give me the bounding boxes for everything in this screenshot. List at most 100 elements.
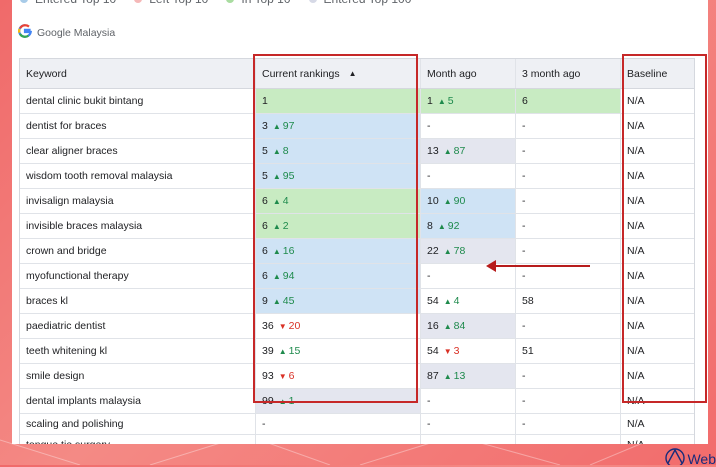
rank-change-down: ▼ 6 <box>279 370 295 382</box>
rank-change-up: ▲ 13 <box>444 370 466 382</box>
keyword-cell: clear aligner braces <box>20 139 256 163</box>
column-header-keyword[interactable]: Keyword <box>20 59 256 88</box>
rank-change-value: 5 <box>447 95 454 107</box>
column-header-current-rankings[interactable]: Current rankings ▲ <box>256 59 421 88</box>
three-month-ago-cell: - <box>516 214 621 238</box>
sort-ascending-icon[interactable]: ▲ <box>349 69 357 78</box>
table-row[interactable]: myofunctional therapy 6 ▲ 94 - - N/A <box>20 264 694 289</box>
baseline-cell: N/A <box>621 89 694 113</box>
google-g-icon <box>18 24 33 42</box>
legend-dot-icon <box>134 0 143 3</box>
table-row[interactable]: scaling and polishing - - - N/A <box>20 414 694 435</box>
three-month-ago-cell: - <box>516 364 621 388</box>
keyword-cell: dentist for braces <box>20 114 256 138</box>
baseline-cell: N/A <box>621 364 694 388</box>
rank-value: 6 <box>262 220 268 232</box>
table-row[interactable]: braces kl 9 ▲ 45 54 ▲ 4 58 N/A <box>20 289 694 314</box>
table-row[interactable]: smile design 93 ▼ 6 87 ▲ 13 - N/A <box>20 364 694 389</box>
baseline-value: N/A <box>627 295 645 307</box>
rank-value: 5 <box>262 170 268 182</box>
rank-value: 1 <box>427 95 433 107</box>
legend-dot-icon <box>20 0 28 3</box>
rank-change-value: 4 <box>282 195 289 207</box>
table-row[interactable]: invisible braces malaysia 6 ▲ 2 8 ▲ 92- N/A <box>20 214 694 239</box>
table-row[interactable]: clear aligner braces 5 ▲ 8 13 ▲ 87- N/A <box>20 139 694 164</box>
rank-change-down: ▼ 20 <box>279 320 301 332</box>
three-month-ago-cell: - <box>516 435 621 444</box>
rank-value: - <box>262 418 266 430</box>
legend-dot-icon <box>308 0 317 3</box>
arrow-down-icon: ▼ <box>278 321 287 331</box>
table-row[interactable]: dental clinic bukit bintang 1 1 ▲ 5 6 N/A <box>20 89 694 114</box>
column-header-baseline[interactable]: Baseline <box>621 59 694 88</box>
column-header-month-ago[interactable]: Month ago <box>421 59 516 88</box>
rank-change-up: ▲ 87 <box>444 145 466 157</box>
three-month-ago-cell: - <box>516 414 621 434</box>
table-row[interactable]: crown and bridge 6 ▲ 16 22 ▲ 78- N/A <box>20 239 694 264</box>
rankings-card: Entered Top 10 Left Top 10 In Top 10 Entere… <box>12 0 708 444</box>
rank-change-up: ▲ 95 <box>273 170 295 182</box>
rank-value: - <box>522 145 526 157</box>
arrow-up-icon: ▲ <box>272 296 281 306</box>
table-row[interactable]: dental implants malaysia 99 ▲ 1 - - N/A <box>20 389 694 414</box>
baseline-value: N/A <box>627 395 645 407</box>
rank-change-value: 87 <box>453 145 466 157</box>
rank-change-up: ▲ 4 <box>273 195 289 207</box>
table-row[interactable]: wisdom tooth removal malaysia 5 ▲ 95 - - N/A <box>20 164 694 189</box>
baseline-cell: N/A <box>621 339 694 363</box>
legend-label: Entered Top 100 <box>324 0 412 6</box>
rank-value: 8 <box>427 220 433 232</box>
baseline-cell: N/A <box>621 435 694 444</box>
legend: Entered Top 10 Left Top 10 In Top 10 Entere… <box>20 0 411 6</box>
month-ago-cell: - <box>421 164 516 188</box>
rank-value: - <box>522 220 526 232</box>
arrow-up-icon: ▲ <box>437 221 446 231</box>
baseline-value: N/A <box>627 95 645 107</box>
keyword-text: paediatric dentist <box>26 320 106 332</box>
rank-value: - <box>262 439 266 444</box>
source-label: Google Malaysia <box>18 24 115 42</box>
current-ranking-cell: 99 ▲ 1 <box>256 389 421 413</box>
rank-value: 6 <box>262 245 268 257</box>
baseline-value: N/A <box>627 418 645 430</box>
rank-change-value: 45 <box>282 295 295 307</box>
table-row[interactable]: teeth whitening kl 39 ▲ 15 54 ▼ 3 51 N/A <box>20 339 694 364</box>
rank-change-up: ▲ 78 <box>444 245 466 257</box>
current-ranking-cell: - <box>256 414 421 434</box>
rank-value: 93 <box>262 370 274 382</box>
arrow-up-icon: ▲ <box>437 96 446 106</box>
table-row[interactable]: paediatric dentist 36 ▼ 20 16 ▲ 84 - N/A <box>20 314 694 339</box>
baseline-cell: N/A <box>621 189 694 213</box>
three-month-ago-cell: 51 <box>516 339 621 363</box>
rank-change-up: ▲ 90 <box>444 195 466 207</box>
rank-value: - <box>522 270 526 282</box>
table-row[interactable]: dentist for braces 3 ▲ 97 - - N/A <box>20 114 694 139</box>
rank-value: 6 <box>262 195 268 207</box>
rank-value: 10 <box>427 195 439 207</box>
baseline-cell: N/A <box>621 239 694 263</box>
column-header-label: Keyword <box>26 67 67 80</box>
rankings-table: Keyword Current rankings ▲ Month ago 3 mo… <box>19 58 695 444</box>
rank-value: 87 <box>427 370 439 382</box>
three-month-ago-cell: - <box>516 114 621 138</box>
rank-change-value: 84 <box>453 320 466 332</box>
baseline-cell: N/A <box>621 389 694 413</box>
rank-value: - <box>522 370 526 382</box>
legend-item: Left Top 10 <box>134 0 208 6</box>
three-month-ago-cell: - <box>516 389 621 413</box>
table-row[interactable]: invisalign malaysia 6 ▲ 4 10 ▲ 90- N/A <box>20 189 694 214</box>
baseline-cell: N/A <box>621 264 694 288</box>
rank-value: - <box>522 170 526 182</box>
keyword-text: dentist for braces <box>26 120 107 132</box>
month-ago-cell: 54 ▼ 3 <box>421 339 516 363</box>
three-month-ago-cell: - <box>516 189 621 213</box>
current-ranking-cell: 5 ▲ 8 <box>256 139 421 163</box>
legend-dot-icon <box>226 0 235 3</box>
arrow-up-icon: ▲ <box>443 371 452 381</box>
month-ago-cell: - <box>421 264 516 288</box>
current-ranking-cell: 39 ▲ 15 <box>256 339 421 363</box>
keyword-cell: smile design <box>20 364 256 388</box>
baseline-value: N/A <box>627 270 645 282</box>
column-header-3-month-ago[interactable]: 3 month ago <box>516 59 621 88</box>
table-row[interactable]: tongue tie surgery - - - N/A <box>20 435 694 444</box>
